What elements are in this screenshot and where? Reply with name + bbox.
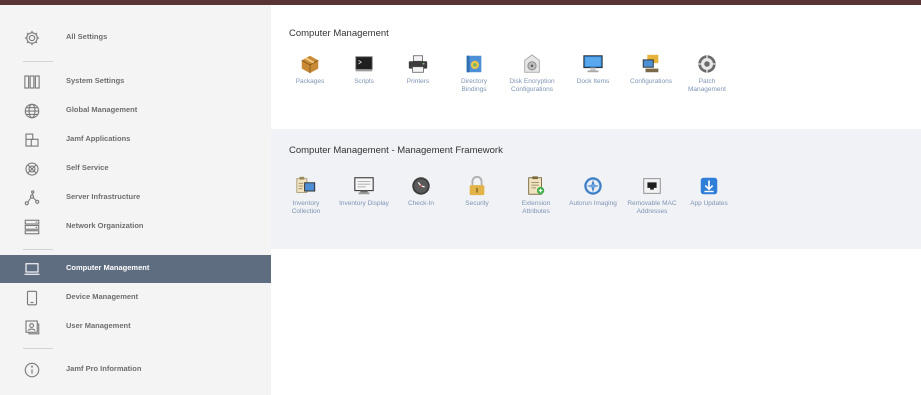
tile-dock-items[interactable]: Dock Items <box>568 53 618 86</box>
mobile-device-icon <box>23 289 41 307</box>
sidebar-item-label: Global Management <box>66 105 138 114</box>
terminal-icon <box>353 53 375 75</box>
tile-label: Autorun Imaging <box>569 200 617 207</box>
user-card-icon <box>23 318 41 336</box>
sidebar-item-server-infrastructure[interactable]: Server Infrastructure <box>0 184 271 212</box>
tile-label: Extension Attributes <box>521 200 551 215</box>
extension-attributes-icon <box>525 175 547 197</box>
compass-icon <box>582 175 604 197</box>
sidebar-item-label: Network Organization <box>66 221 144 230</box>
sidebar-item-all-settings[interactable]: All Settings <box>0 24 271 52</box>
sidebar-item-device-management[interactable]: Device Management <box>0 284 271 312</box>
tile-extension-attributes[interactable]: Extension Attributes <box>511 175 561 216</box>
clock-icon <box>410 175 432 197</box>
tile-disk-encryption-configurations[interactable]: Disk Encryption Configurations <box>507 53 557 94</box>
tile-removable-mac-addresses[interactable]: Removable MAC Addresses <box>627 175 677 216</box>
gear-icon <box>23 29 41 47</box>
sidebar-item-user-management[interactable]: User Management <box>0 313 271 341</box>
tile-configurations[interactable]: Configurations <box>626 53 676 86</box>
tile-inventory-collection[interactable]: Inventory Collection <box>281 175 331 216</box>
tile-autorun-imaging[interactable]: Autorun Imaging <box>568 175 618 208</box>
laptop-icon <box>23 260 41 278</box>
app-update-download-icon <box>698 175 720 197</box>
settings-sidebar: All Settings System Settings Global Mana… <box>0 5 271 395</box>
directory-bindings-icon <box>463 53 485 75</box>
tile-label: Security <box>465 200 489 207</box>
monitor-icon <box>582 53 604 75</box>
network-port-icon <box>641 175 663 197</box>
tile-printers[interactable]: Printers <box>393 53 443 86</box>
globe-icon <box>23 102 41 120</box>
tile-label: Printers <box>406 78 430 85</box>
sidebar-item-label: Jamf Applications <box>66 134 131 143</box>
sidebar-divider <box>23 61 53 62</box>
tile-label: Inventory Display <box>339 200 389 207</box>
sidebar-item-label: User Management <box>66 321 131 330</box>
tile-label: Packages <box>295 78 325 85</box>
tile-label: Disk Encryption Configurations <box>509 78 555 93</box>
sidebar-item-global-management[interactable]: Global Management <box>0 97 271 125</box>
tile-label: Configurations <box>630 78 672 85</box>
tile-packages[interactable]: Packages <box>285 53 335 86</box>
applications-icon <box>23 131 41 149</box>
tile-check-in[interactable]: Check-In <box>396 175 446 208</box>
tile-label: Scripts <box>354 78 374 85</box>
sidebar-divider <box>23 348 53 349</box>
package-box-icon <box>299 53 321 75</box>
sidebar-item-jamf-pro-information[interactable]: Jamf Pro Information <box>0 356 271 384</box>
sidebar-item-label: Device Management <box>66 292 139 301</box>
section-title-management-framework: Computer Management - Management Framewo… <box>289 145 503 156</box>
tile-label: Directory Bindings <box>460 78 487 93</box>
tile-label: Check-In <box>407 200 434 207</box>
tile-inventory-display[interactable]: Inventory Display <box>339 175 389 208</box>
sidebar-item-label: Jamf Pro Information <box>66 364 142 373</box>
padlock-icon <box>466 175 488 197</box>
tile-label: App Updates <box>690 200 728 207</box>
server-racks-icon <box>23 73 41 91</box>
configurations-icon <box>640 53 662 75</box>
tile-label: Removable MAC Addresses <box>627 200 677 215</box>
sidebar-item-network-organization[interactable]: Network Organization <box>0 213 271 241</box>
sidebar-item-label: Self Service <box>66 163 109 172</box>
inventory-display-icon <box>353 175 375 197</box>
self-service-icon <box>23 160 41 178</box>
sidebar-item-label: Computer Management <box>66 263 150 272</box>
infrastructure-icon <box>23 189 41 207</box>
tile-directory-bindings[interactable]: Directory Bindings <box>449 53 499 94</box>
info-icon <box>23 361 41 379</box>
inventory-collection-icon <box>295 175 317 197</box>
main-content: Computer Management Packages Scripts Pri… <box>271 5 921 395</box>
sidebar-item-system-settings[interactable]: System Settings <box>0 68 271 96</box>
sidebar-item-jamf-applications[interactable]: Jamf Applications <box>0 126 271 154</box>
tile-label: Patch Management <box>688 78 726 93</box>
tile-label: Dock Items <box>576 78 610 85</box>
sidebar-divider <box>23 249 53 250</box>
sidebar-item-label: All Settings <box>66 32 108 41</box>
section-title-computer-management: Computer Management <box>289 28 389 39</box>
sidebar-item-label: System Settings <box>66 76 125 85</box>
tile-label: Inventory Collection <box>291 200 321 215</box>
disk-encryption-icon <box>521 53 543 75</box>
printer-icon <box>407 53 429 75</box>
sidebar-item-self-service[interactable]: Self Service <box>0 155 271 183</box>
tile-security[interactable]: Security <box>452 175 502 208</box>
sidebar-item-label: Server Infrastructure <box>66 192 141 201</box>
tile-app-updates[interactable]: App Updates <box>684 175 734 208</box>
sidebar-item-computer-management[interactable]: Computer Management <box>0 255 271 283</box>
tile-scripts[interactable]: Scripts <box>339 53 389 86</box>
patch-gear-icon <box>696 53 718 75</box>
tile-patch-management[interactable]: Patch Management <box>682 53 732 94</box>
network-icon <box>23 218 41 236</box>
